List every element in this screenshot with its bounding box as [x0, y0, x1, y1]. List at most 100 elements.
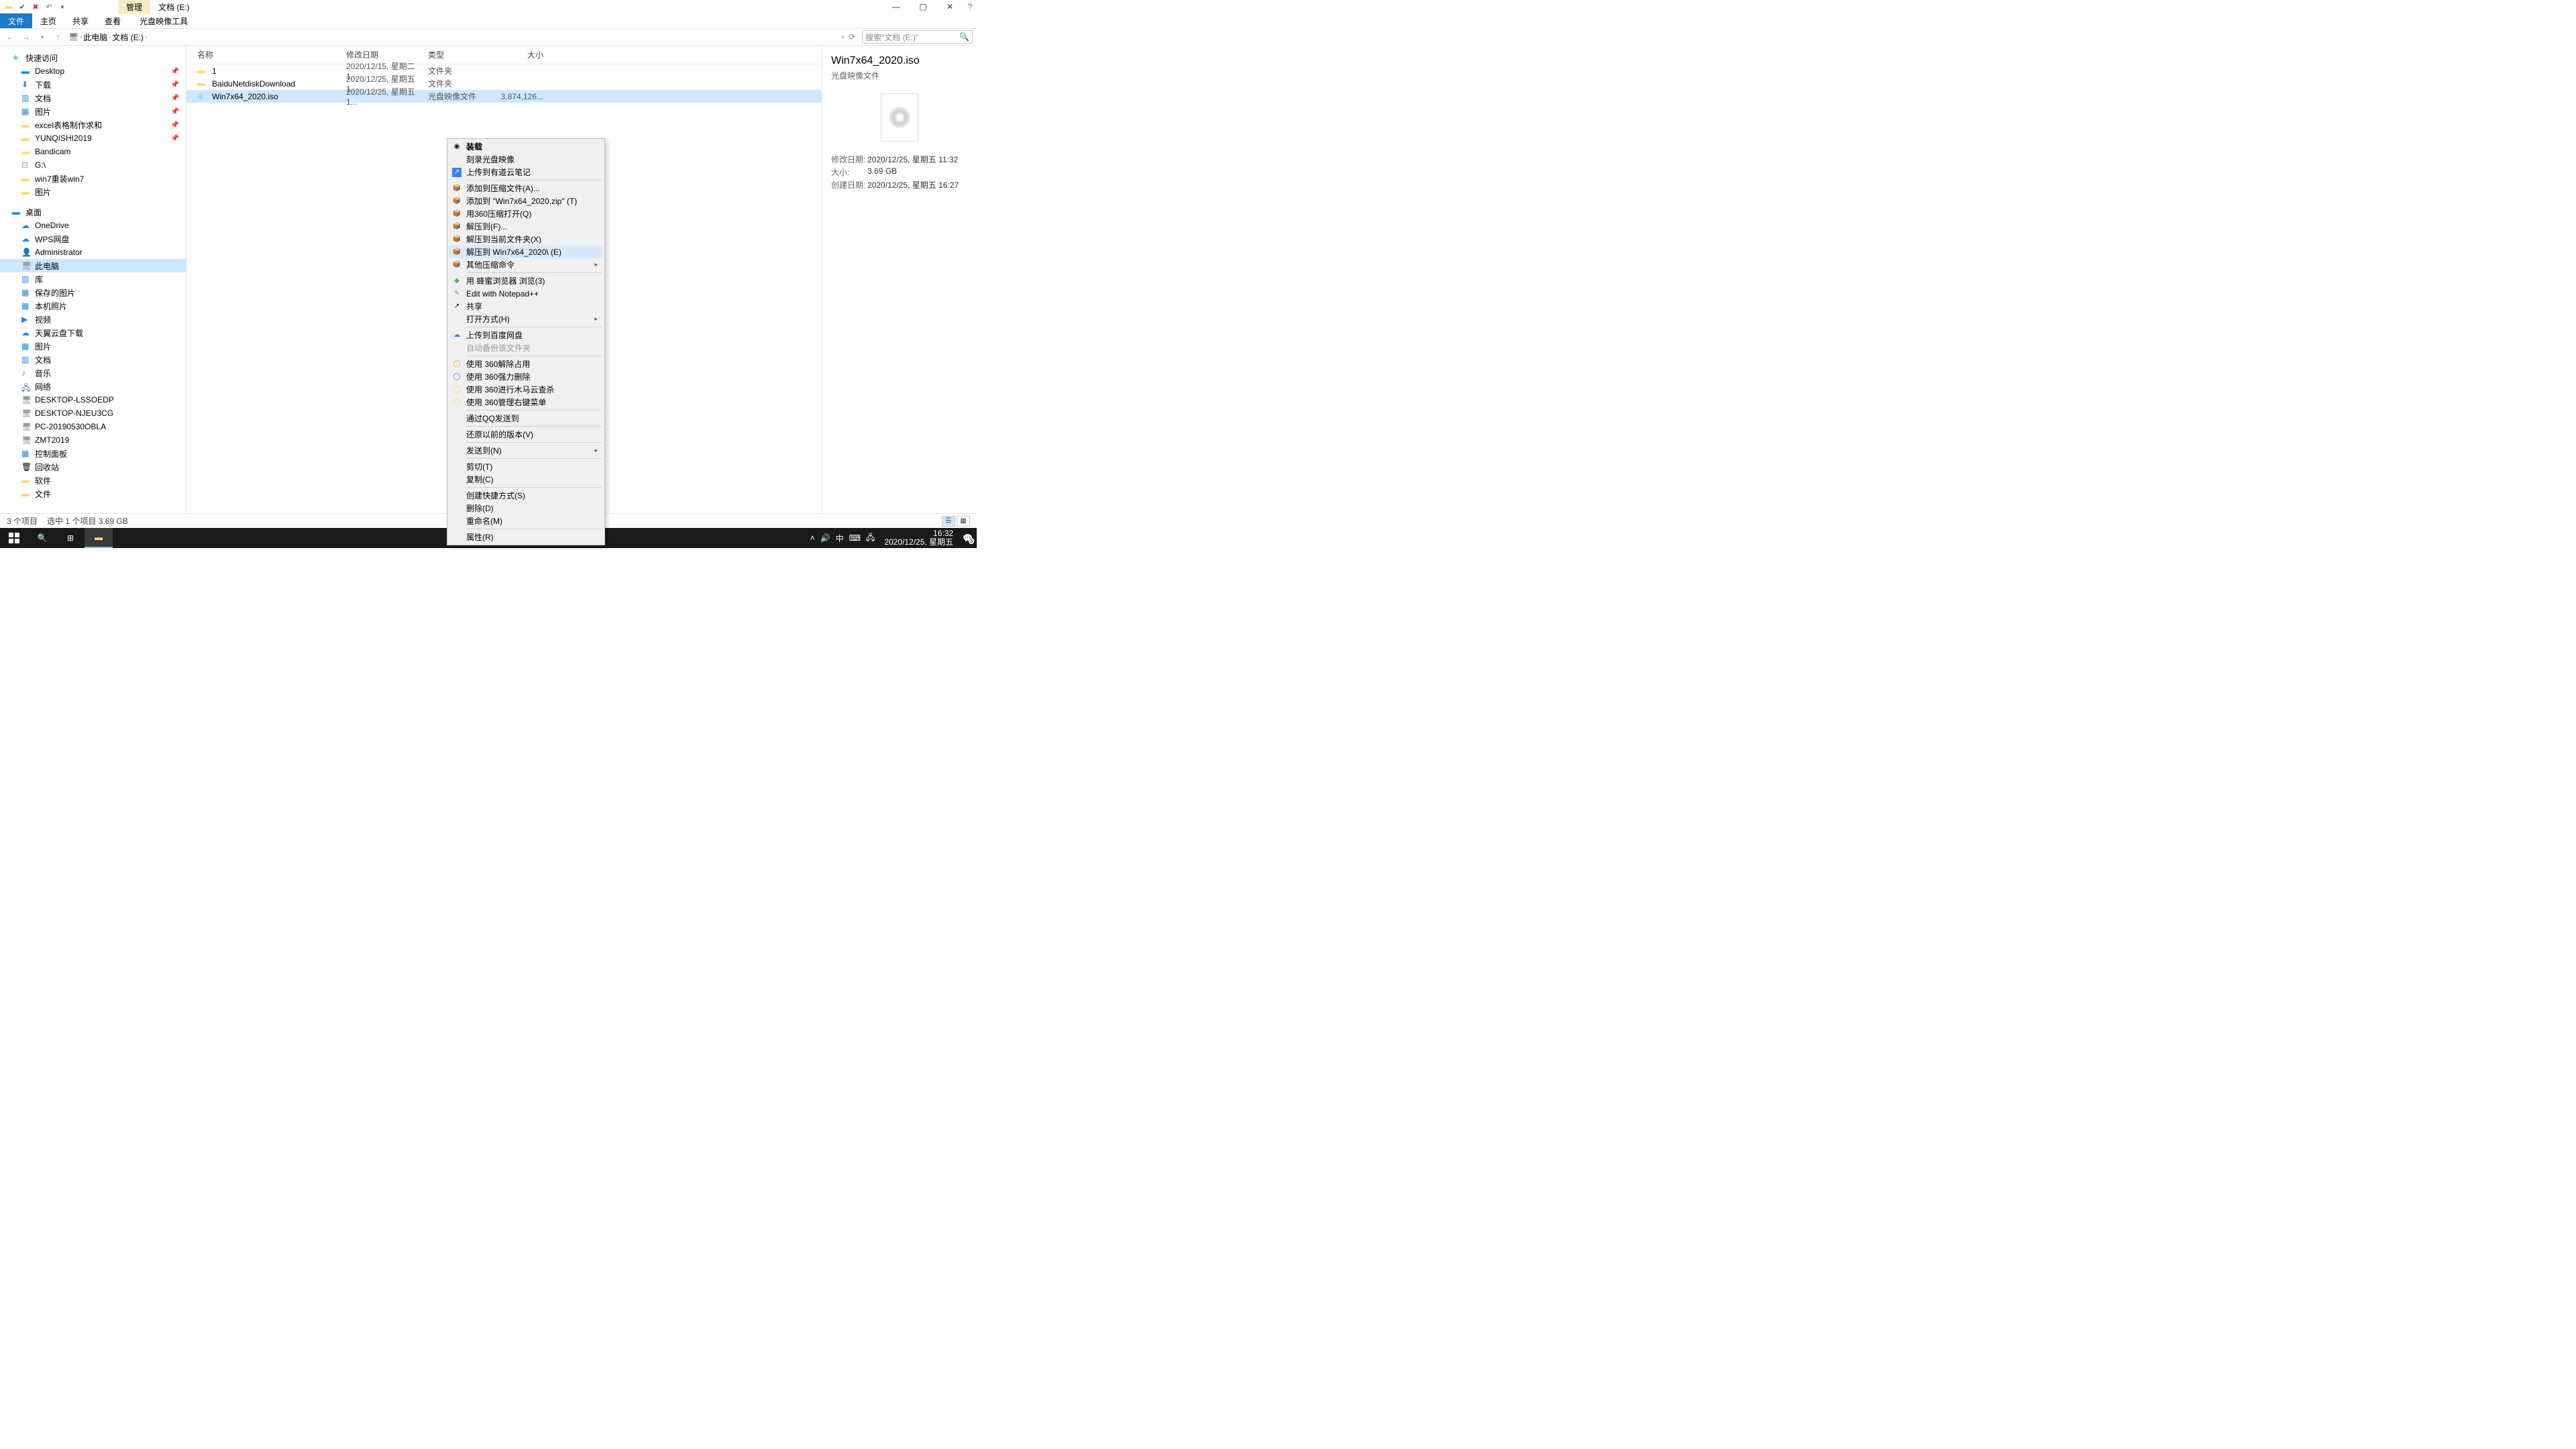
file-row[interactable]: ◉ Win7x64_2020.iso 2020/12/25, 星期五 1... …	[186, 90, 821, 103]
ctx-notepad[interactable]: ✎Edit with Notepad++	[449, 287, 603, 300]
ctx-copy[interactable]: 复制(C)	[449, 473, 603, 486]
nav-folder-files[interactable]: ▬文件	[0, 487, 186, 500]
qat-delete-icon[interactable]: ✖	[31, 2, 40, 11]
start-button[interactable]	[0, 528, 28, 548]
nav-recycle-bin[interactable]: 🗑回收站	[0, 460, 186, 474]
nav-folder-pictures2[interactable]: ▬图片	[0, 185, 186, 199]
nav-folder-soft[interactable]: ▬软件	[0, 474, 186, 487]
nav-admin[interactable]: 👤Administrator	[0, 246, 186, 259]
nav-folder-win7[interactable]: ▬win7重装win7	[0, 172, 186, 185]
ctx-cut[interactable]: 剪切(T)	[449, 460, 603, 473]
nav-pc-4[interactable]: 🖥ZMT2019	[0, 433, 186, 447]
nav-folder-excel[interactable]: ▬excel表格制作求和📌	[0, 118, 186, 131]
ctx-properties[interactable]: 属性(R)	[449, 531, 603, 543]
nav-desktop[interactable]: ▬Desktop📌	[0, 64, 186, 78]
nav-drive-g[interactable]: ⊟G:\	[0, 158, 186, 172]
ctx-360-unlock[interactable]: ◯使用 360解除占用	[449, 358, 603, 370]
nav-pc-3[interactable]: 🖥PC-20190530OBLA	[0, 420, 186, 433]
nav-desktop-root[interactable]: ▬桌面	[0, 205, 186, 219]
col-type[interactable]: 类型	[428, 49, 496, 60]
col-date[interactable]: 修改日期	[346, 49, 428, 60]
tab-file[interactable]: 文件	[0, 13, 32, 28]
nav-pictures[interactable]: ▦图片📌	[0, 105, 186, 118]
col-size[interactable]: 大小	[496, 49, 543, 60]
nav-videos[interactable]: ▶视频	[0, 313, 186, 326]
nav-wps[interactable]: ☁WPS网盘	[0, 232, 186, 246]
nav-pc-2[interactable]: 🖥DESKTOP-NJEU3CG	[0, 407, 186, 420]
nav-onedrive[interactable]: ☁OneDrive	[0, 219, 186, 232]
tray-action-center-icon[interactable]: 💬3	[963, 533, 973, 543]
crumb-pc[interactable]: 此电脑	[83, 32, 107, 43]
crumb-drive[interactable]: 文档 (E:)	[112, 32, 144, 43]
ctx-delete[interactable]: 删除(D)	[449, 502, 603, 515]
ctx-shortcut[interactable]: 创建快捷方式(S)	[449, 489, 603, 502]
ctx-restore[interactable]: 还原以前的版本(V)	[449, 428, 603, 441]
chevron-right-icon[interactable]: ›	[145, 34, 147, 40]
breadcrumb[interactable]: 🖥 › 此电脑 › 文档 (E:) › ˅ ⟳	[68, 32, 858, 43]
explorer-taskbar-button[interactable]: ▬	[85, 528, 113, 548]
nav-docs2[interactable]: ▥文档	[0, 353, 186, 366]
ctx-baidu[interactable]: ☁上传到百度网盘	[449, 329, 603, 341]
qat-undo-icon[interactable]: ↶	[44, 2, 54, 11]
ctx-mount[interactable]: ◉装载	[449, 140, 603, 153]
tab-view[interactable]: 查看	[97, 13, 129, 28]
nav-back-button[interactable]: ←	[4, 31, 16, 43]
tray-keyboard-icon[interactable]: ⌨	[849, 533, 861, 543]
search-input[interactable]: 搜索"文档 (E:)" 🔍	[862, 30, 973, 44]
maximize-button[interactable]: ▢	[910, 0, 936, 13]
nav-music[interactable]: ♪音乐	[0, 366, 186, 380]
ctx-share[interactable]: ↗共享	[449, 300, 603, 313]
ctx-add-archive[interactable]: 📦添加到压缩文件(A)...	[449, 182, 603, 195]
task-view-button[interactable]: ⊞	[56, 528, 85, 548]
tray-ime[interactable]: 中	[836, 533, 844, 544]
refresh-icon[interactable]: ⟳	[849, 32, 855, 42]
search-button[interactable]: 🔍	[28, 528, 56, 548]
ctx-360-delete[interactable]: ◯使用 360强力删除	[449, 370, 603, 383]
nav-recent-dropdown[interactable]: ▾	[36, 31, 48, 43]
nav-tianyi[interactable]: ☁天翼云盘下载	[0, 326, 186, 339]
tray-volume-icon[interactable]: 🔊	[820, 533, 830, 543]
ctx-rename[interactable]: 重命名(M)	[449, 515, 603, 527]
ctx-youdao[interactable]: ↗上传到有道云笔记	[449, 166, 603, 178]
help-button[interactable]: ?	[963, 0, 977, 13]
search-icon[interactable]: 🔍	[959, 32, 969, 42]
ctx-extract-named[interactable]: 📦解压到 Win7x64_2020\ (E)	[449, 246, 603, 258]
ctx-360-scan[interactable]: ◯使用 360进行木马云查杀	[449, 383, 603, 396]
nav-forward-button[interactable]: →	[20, 31, 32, 43]
nav-documents[interactable]: ▥文档📌	[0, 91, 186, 105]
file-row[interactable]: ▬ 1 2020/12/15, 星期二 1... 文件夹	[186, 64, 821, 77]
nav-network[interactable]: 🖧网络	[0, 380, 186, 393]
nav-this-pc[interactable]: 🖥此电脑	[0, 259, 186, 272]
tab-share[interactable]: 共享	[64, 13, 97, 28]
nav-libraries[interactable]: ▥库	[0, 272, 186, 286]
qat-dropdown-icon[interactable]: ▾	[58, 2, 67, 11]
nav-control-panel[interactable]: ▦控制面板	[0, 447, 186, 460]
ctx-extract-to[interactable]: 📦解压到(F)...	[449, 220, 603, 233]
chevron-right-icon[interactable]: ›	[109, 34, 111, 40]
nav-pictures3[interactable]: ▦图片	[0, 339, 186, 353]
tab-disc-tools[interactable]: 光盘映像工具	[131, 13, 196, 28]
ctx-360-manage[interactable]: ◯使用 360管理右键菜单	[449, 396, 603, 409]
minimize-button[interactable]: —	[883, 0, 910, 13]
view-icons-button[interactable]: ▦	[957, 516, 970, 527]
tray-chevron-up-icon[interactable]: ˄	[810, 533, 815, 543]
ctx-open-with[interactable]: 打开方式(H)▸	[449, 313, 603, 325]
ctx-burn[interactable]: 刻录光盘映像	[449, 153, 603, 166]
ctx-other-archive[interactable]: 📦其他压缩命令▸	[449, 258, 603, 271]
tray-network-icon[interactable]: 🖧	[866, 531, 875, 545]
tab-home[interactable]: 主页	[32, 13, 64, 28]
col-name[interactable]: 名称	[197, 49, 346, 60]
nav-folder-yunqishi[interactable]: ▬YUNQISHI2019📌	[0, 131, 186, 145]
crumb-dropdown-icon[interactable]: ˅	[841, 34, 845, 40]
ctx-open-360[interactable]: 📦用360压缩打开(Q)	[449, 207, 603, 220]
file-row[interactable]: ▬ BaiduNetdiskDownload 2020/12/25, 星期五 1…	[186, 77, 821, 90]
ctx-send-to[interactable]: 发送到(N)▸	[449, 444, 603, 457]
nav-pc-1[interactable]: 🖥DESKTOP-LSSOEDP	[0, 393, 186, 407]
nav-saved-pictures[interactable]: ▦保存的图片	[0, 286, 186, 299]
chevron-right-icon[interactable]: ›	[80, 34, 82, 40]
tray-clock[interactable]: 16:32 2020/12/25, 星期五	[880, 529, 957, 547]
nav-quick-access[interactable]: ★快速访问	[0, 51, 186, 64]
qat-check-icon[interactable]: ✔	[17, 2, 27, 11]
nav-downloads[interactable]: ⬇下载📌	[0, 78, 186, 91]
ctx-add-zip[interactable]: 📦添加到 "Win7x64_2020.zip" (T)	[449, 195, 603, 207]
